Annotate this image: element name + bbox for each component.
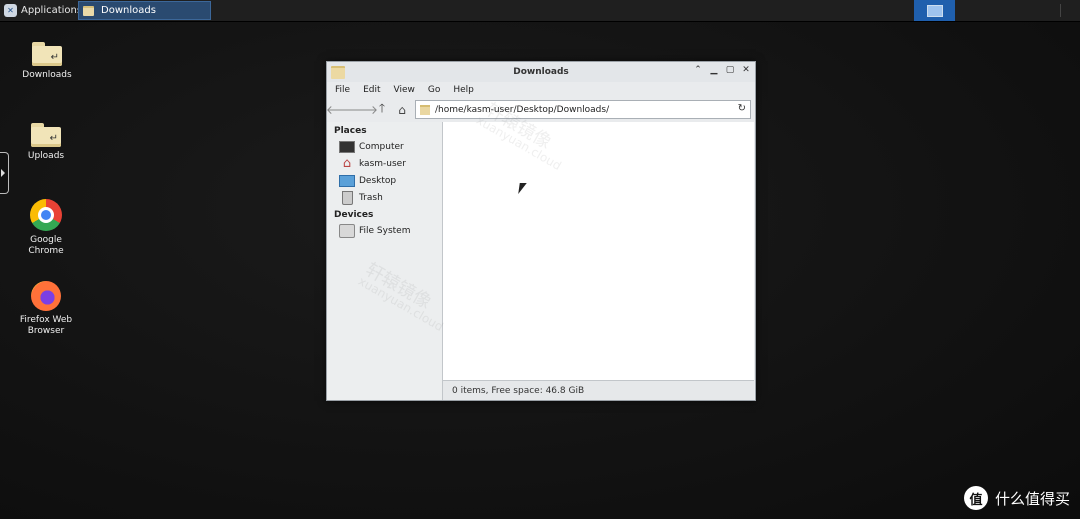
workspace-icon [926,4,943,17]
maximize-icon[interactable]: ▢ [725,65,735,75]
taskbar-downloads-button[interactable]: Downloads [78,1,211,20]
sidebar-item-label: Computer [359,141,404,152]
reload-icon[interactable]: ↻ [738,103,746,114]
desktop-icon-label: Downloads [22,70,72,80]
desktop-icon-google-chrome[interactable]: Google Chrome [11,199,81,257]
folder-link-icon: ↵ [32,42,62,66]
window-titlebar[interactable]: Downloads ⌃ ▁ ▢ ✕ [327,62,755,82]
close-icon[interactable]: ✕ [741,65,751,75]
minimize-icon[interactable]: ▁ [709,65,719,75]
places-header: Places [334,126,367,136]
folder-icon [420,104,430,115]
file-list-area[interactable]: 轩辕镜像 xuanyuan.cloud 轩辕镜像 xuanyuan.cloud [356,99,754,380]
trash-icon [341,190,353,205]
shade-icon[interactable]: ⌃ [693,65,703,75]
desktop-icon-uploads[interactable]: ↵ Uploads [11,123,81,162]
menu-file[interactable]: File [335,85,350,95]
up-arrow-icon[interactable]: 🡑 [374,101,390,118]
desktop-icon-label: Uploads [27,151,65,161]
firefox-icon [31,281,61,311]
top-panel: ✕ Applications Downloads [0,0,1080,22]
window-title: Downloads [513,67,569,77]
status-bar: 0 items, Free space: 46.8 GiB [443,380,754,400]
folder-link-icon: ↵ [31,123,61,147]
side-panel-handle[interactable] [0,152,9,194]
home-icon: ⌂ [342,155,352,171]
sidebar-item-file-system[interactable]: File System [327,222,442,239]
address-bar[interactable]: /home/kasm-user/Desktop/Downloads/ ↻ [415,100,751,119]
desktop-icon-label: Firefox Web Browser [19,315,73,336]
menu-go[interactable]: Go [428,85,440,95]
home-icon[interactable]: ⌂ [394,102,410,118]
workspace-switcher[interactable] [914,0,955,21]
taskbar-button-label: Downloads [101,5,156,16]
sidebar-item-label: Trash [359,192,383,203]
desktop-icon-firefox[interactable]: Firefox Web Browser [11,281,81,337]
desktop-icon [339,174,355,187]
applications-menu[interactable]: ✕ Applications [0,0,86,21]
brand-text: 什么值得买 [994,489,1070,508]
sidebar-item-label: kasm-user [359,158,406,169]
sidebar-item-label: File System [359,225,411,236]
forward-arrow-icon[interactable]: 🡒 [346,102,378,118]
xfce-logo-icon: ✕ [4,4,17,17]
chrome-icon [30,199,62,231]
menu-help[interactable]: Help [453,85,474,95]
toolbar: 🡐 🡒 🡑 ⌂ /home/kasm-user/Desktop/Download… [326,97,755,122]
menu-view[interactable]: View [394,85,415,95]
computer-icon [339,140,355,153]
sidebar-item-label: Desktop [359,175,397,186]
brand-logo-icon: 值 [963,486,988,510]
sidebar-item-kasm-user[interactable]: ⌂ kasm-user [327,155,442,172]
desktop-icon-downloads[interactable]: ↵ Downloads [12,42,82,81]
panel-separator [1060,4,1061,17]
status-text: 0 items, Free space: 46.8 GiB [452,385,585,396]
sidebar-item-trash[interactable]: Trash [327,189,442,206]
sidebar-item-computer[interactable]: Computer [327,138,442,155]
folder-icon [83,5,94,16]
menu-edit[interactable]: Edit [363,85,380,95]
sidebar-item-desktop[interactable]: Desktop [327,172,442,189]
menubar: File Edit View Go Help [327,82,755,97]
file-manager-window: Downloads ⌃ ▁ ▢ ✕ File Edit View Go Help… [326,61,756,401]
drive-icon [339,223,355,238]
devices-header: Devices [334,210,374,220]
applications-label: Applications [21,5,83,16]
brand-watermark: 值 什么值得买 [963,486,1070,510]
desktop-icon-label: Google Chrome [28,235,64,256]
